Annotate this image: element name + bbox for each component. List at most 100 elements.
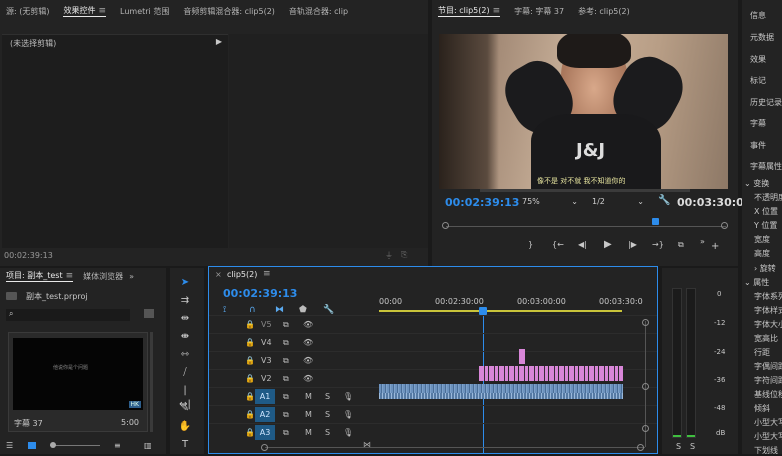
program-current-timecode[interactable]: 00:02:39:13 xyxy=(445,196,519,209)
solo-button[interactable]: S xyxy=(325,410,330,419)
rotate-group-label[interactable]: › 旋转 xyxy=(754,263,776,274)
vscroll-handle-bottom[interactable] xyxy=(642,425,649,432)
microphone-icon[interactable]: 🎙 xyxy=(343,428,353,437)
sidebar-item-events[interactable]: 事件 xyxy=(750,140,766,151)
insert-button[interactable]: ⧉ xyxy=(678,240,684,250)
new-search-bin-icon[interactable] xyxy=(144,309,154,318)
lock-icon[interactable]: 🔒 xyxy=(245,320,255,329)
project-search-input[interactable]: ⌕ xyxy=(6,309,130,321)
expand-arrow-icon[interactable]: ▶ xyxy=(216,37,222,46)
tab-project[interactable]: 项目: 副本_test ≡ xyxy=(6,270,74,282)
sidebar-item-captions[interactable]: 字幕 xyxy=(750,118,766,129)
filter-icon[interactable]: ⏚ xyxy=(385,250,393,261)
mute-button[interactable]: M xyxy=(305,392,312,401)
zoom-slider[interactable] xyxy=(50,445,100,446)
tab-source[interactable]: 源: (无剪辑) xyxy=(6,6,49,17)
timeline-timecode[interactable]: 00:02:39:13 xyxy=(223,287,297,300)
pen-tool-icon[interactable]: ✎ xyxy=(178,402,192,416)
panel-menu-icon[interactable]: ≡ xyxy=(98,6,106,16)
attributes-group-label[interactable]: ⌄ 属性 xyxy=(744,277,769,288)
timeline-settings-icon[interactable]: 🔧 xyxy=(323,305,334,315)
rolling-edit-tool-icon[interactable]: ⇼ xyxy=(178,330,192,344)
tab-audio-track-mixer[interactable]: 音轨混合器: clip xyxy=(289,6,348,17)
step-forward-button[interactable]: |▶ xyxy=(628,240,637,249)
rate-stretch-tool-icon[interactable]: ⇿ xyxy=(178,348,192,362)
add-button-icon[interactable]: + xyxy=(711,241,719,252)
track-select-tool-icon[interactable]: ⇉ xyxy=(178,294,192,308)
sync-lock-icon[interactable]: ⧉ xyxy=(283,320,289,330)
more-controls-button[interactable]: » xyxy=(700,237,705,246)
scrub-playhead[interactable] xyxy=(652,218,659,225)
hscroll-handle-left[interactable] xyxy=(261,444,268,451)
zoom-marker-icon[interactable]: ⋈ xyxy=(363,440,371,449)
zoom-select[interactable]: 75% ⌄ xyxy=(522,197,580,206)
step-back-button[interactable]: ◀| xyxy=(578,240,587,249)
solo-button[interactable]: S xyxy=(325,392,330,401)
more-panels-icon[interactable]: » xyxy=(129,272,134,281)
transform-group-label[interactable]: ⌄ 变换 xyxy=(744,178,769,189)
lock-icon[interactable]: 🔒 xyxy=(245,338,255,347)
mark-out-button[interactable]: } xyxy=(528,240,533,249)
eye-icon[interactable]: 👁 xyxy=(303,356,313,365)
hand-tool-icon[interactable]: ✋ xyxy=(178,420,192,434)
meter-solo-left[interactable]: S xyxy=(676,442,681,451)
sidebar-item-metadata[interactable]: 元数据 xyxy=(750,32,774,43)
snap-magnet-icon[interactable]: ∩ xyxy=(249,305,256,315)
audio-clip-a2[interactable] xyxy=(379,393,623,399)
sort-icon[interactable]: ≡ xyxy=(114,441,121,450)
meter-solo-right[interactable]: S xyxy=(690,442,695,451)
type-tool-icon[interactable]: T xyxy=(178,438,192,452)
add-marker-icon[interactable]: ⬟ xyxy=(299,305,307,315)
tab-audio-clip-mixer[interactable]: 音频剪辑混合器: clip5(2) xyxy=(183,6,275,17)
tab-program[interactable]: 节目: clip5(2) ≡ xyxy=(438,5,501,17)
sync-lock-icon[interactable]: ⧉ xyxy=(283,428,289,438)
scrub-end-handle[interactable] xyxy=(721,222,728,229)
bin-icon[interactable]: ▥ xyxy=(144,441,152,450)
lock-icon[interactable]: 🔒 xyxy=(245,392,255,401)
sync-lock-icon[interactable]: ⧉ xyxy=(283,356,289,366)
sync-lock-icon[interactable]: ⧉ xyxy=(283,392,289,402)
panel-menu-icon[interactable]: ≡ xyxy=(66,271,74,281)
sidebar-item-history[interactable]: 历史记录 xyxy=(750,97,782,108)
ripple-edit-tool-icon[interactable]: ⇹ xyxy=(178,312,192,326)
tab-effect-controls[interactable]: 效果控件 ≡ xyxy=(63,5,107,17)
wrench-icon[interactable]: 🔧 xyxy=(658,195,670,206)
timeline-playhead-head[interactable] xyxy=(479,307,487,315)
microphone-icon[interactable]: 🎙 xyxy=(343,410,353,419)
project-scrollbar[interactable] xyxy=(150,332,153,432)
mute-button[interactable]: M xyxy=(305,410,312,419)
sidebar-item-info[interactable]: 信息 xyxy=(750,10,766,21)
nest-sequence-icon[interactable]: ⟟ xyxy=(223,305,226,315)
track-label-a1[interactable]: A1 xyxy=(255,389,275,404)
sync-lock-icon[interactable]: ⧉ xyxy=(283,374,289,384)
ruler-work-area-bar[interactable] xyxy=(379,310,622,312)
eye-icon[interactable]: 👁 xyxy=(303,338,313,347)
track-label-a2[interactable]: A2 xyxy=(255,407,275,422)
tab-reference[interactable]: 参考: clip5(2) xyxy=(578,6,630,17)
solo-button[interactable]: S xyxy=(325,428,330,437)
panel-menu-icon[interactable]: ≡ xyxy=(263,269,271,279)
caption-clip-v3[interactable] xyxy=(519,349,525,364)
lock-icon[interactable]: 🔒 xyxy=(245,356,255,365)
sidebar-item-effects[interactable]: 效果 xyxy=(750,54,766,65)
project-item-thumbnail[interactable]: 他说你是个问题 HK 字幕 37 5:00 xyxy=(8,332,148,432)
sidebar-item-caption-properties[interactable]: 字幕属性 xyxy=(750,161,782,172)
eye-icon[interactable]: 👁 xyxy=(303,320,313,329)
timeline-ruler[interactable]: 00:00 00:02:30:00 00:03:00:00 00:03:30:0 xyxy=(379,295,644,317)
lock-icon[interactable]: 🔒 xyxy=(245,374,255,383)
icon-view-icon[interactable] xyxy=(28,442,36,449)
scrub-start-handle[interactable] xyxy=(442,222,449,229)
timeline-horizontal-scrollbar[interactable] xyxy=(265,447,645,448)
resolution-select[interactable]: 1/2 ⌄ xyxy=(592,197,646,206)
list-view-icon[interactable]: ☰ xyxy=(6,441,13,450)
caption-clips-v2[interactable] xyxy=(479,366,623,381)
vscroll-handle-mid[interactable] xyxy=(642,383,649,390)
vscroll-handle-top[interactable] xyxy=(642,319,649,326)
sync-lock-icon[interactable]: ⧉ xyxy=(283,410,289,420)
sync-lock-icon[interactable]: ⧉ xyxy=(283,338,289,348)
sidebar-item-markers[interactable]: 标记 xyxy=(750,75,766,86)
slip-tool-icon[interactable]: |↔| xyxy=(178,384,192,410)
go-to-in-button[interactable]: {← xyxy=(552,240,564,249)
timeline-sequence-tab[interactable]: clip5(2) xyxy=(227,270,257,279)
hscroll-handle-right[interactable] xyxy=(637,444,644,451)
